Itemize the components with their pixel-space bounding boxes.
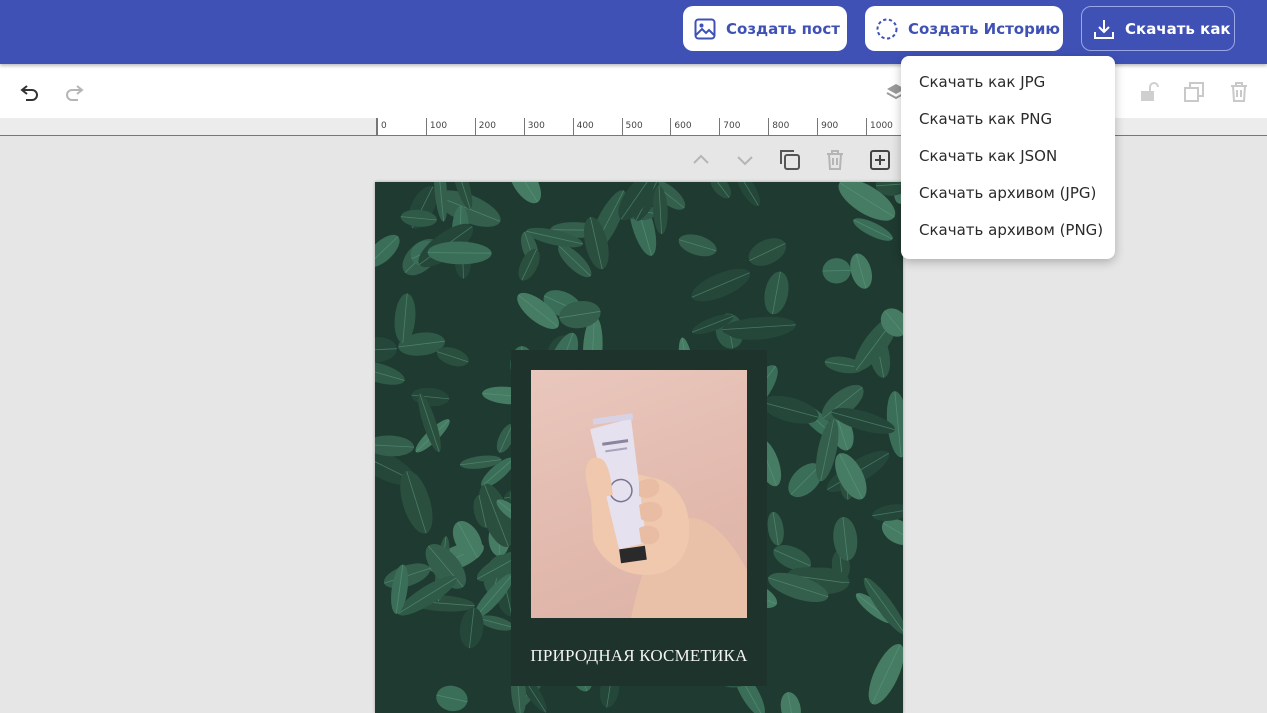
download-menu-item[interactable]: Скачать архивом (JPG): [901, 175, 1115, 212]
undo-icon[interactable]: [18, 80, 42, 104]
redo-icon[interactable]: [62, 80, 86, 104]
create-post-label: Создать пост: [726, 19, 840, 38]
ruler-tick-label: 600: [674, 121, 692, 131]
top-header: Создать пост Создать Историю Скачать как: [0, 0, 1267, 64]
ruler-tick: 500: [621, 118, 643, 135]
ruler-tick-label: 500: [625, 121, 643, 131]
create-story-label: Создать Историю: [908, 19, 1060, 38]
ruler-tick: 400: [572, 118, 594, 135]
ruler-tick-label: 400: [576, 121, 594, 131]
delete-page-icon[interactable]: [822, 147, 848, 173]
product-photo[interactable]: [531, 370, 747, 618]
ruler-tick: 300: [523, 118, 545, 135]
download-menu-item[interactable]: Скачать как PNG: [901, 101, 1115, 138]
design-canvas-page[interactable]: ПРИРОДНАЯ КОСМЕТИКА: [375, 182, 903, 713]
product-frame[interactable]: ПРИРОДНАЯ КОСМЕТИКА: [511, 350, 767, 686]
ruler-tick-label: 900: [821, 121, 839, 131]
download-menu-item[interactable]: Скачать как JSON: [901, 138, 1115, 175]
image-icon: [693, 17, 717, 41]
unlock-icon[interactable]: [1137, 80, 1161, 104]
download-menu: Скачать как JPG Скачать как PNG Скачать ка…: [901, 56, 1115, 259]
delete-icon[interactable]: [1227, 80, 1251, 104]
move-down-icon[interactable]: [732, 147, 758, 173]
download-as-button[interactable]: Скачать как: [1081, 6, 1235, 51]
ruler-tick-label: 100: [429, 121, 448, 131]
ruler-tick-label: 1000: [870, 121, 893, 131]
download-menu-item[interactable]: Скачать как JPG: [901, 64, 1115, 101]
dashed-circle-icon: [875, 17, 899, 41]
ruler-tick: 200: [474, 118, 496, 135]
ruler-track: 0 100 200 300 400 500 600 700 800 900 1000: [376, 118, 902, 135]
canvas-caption-text[interactable]: ПРИРОДНАЯ КОСМЕТИКА: [511, 646, 767, 666]
ruler-tick-label: 0: [381, 121, 387, 131]
copy-page-icon[interactable]: [777, 147, 803, 173]
ruler-tick-label: 800: [772, 121, 790, 131]
download-icon: [1092, 17, 1116, 41]
duplicate-icon[interactable]: [1182, 80, 1206, 104]
ruler-tick-label: 700: [723, 121, 741, 131]
add-page-icon[interactable]: [867, 147, 893, 173]
ruler-tick: 100: [425, 118, 447, 135]
download-as-label: Скачать как: [1125, 19, 1231, 38]
download-menu-item[interactable]: Скачать архивом (PNG): [901, 212, 1115, 249]
ruler-tick: 1000: [866, 118, 893, 135]
ruler-tick-label: 200: [478, 121, 496, 131]
ruler-tick: 700: [719, 118, 740, 135]
ruler-tick: 900: [817, 118, 838, 135]
ruler-tick: 600: [670, 118, 692, 135]
move-up-icon[interactable]: [688, 147, 714, 173]
ruler-tick: 0: [377, 118, 387, 135]
ruler-tick-label: 300: [527, 121, 545, 131]
create-story-button[interactable]: Создать Историю: [865, 6, 1063, 51]
ruler-tick: 800: [768, 118, 789, 135]
create-post-button[interactable]: Создать пост: [683, 6, 847, 51]
